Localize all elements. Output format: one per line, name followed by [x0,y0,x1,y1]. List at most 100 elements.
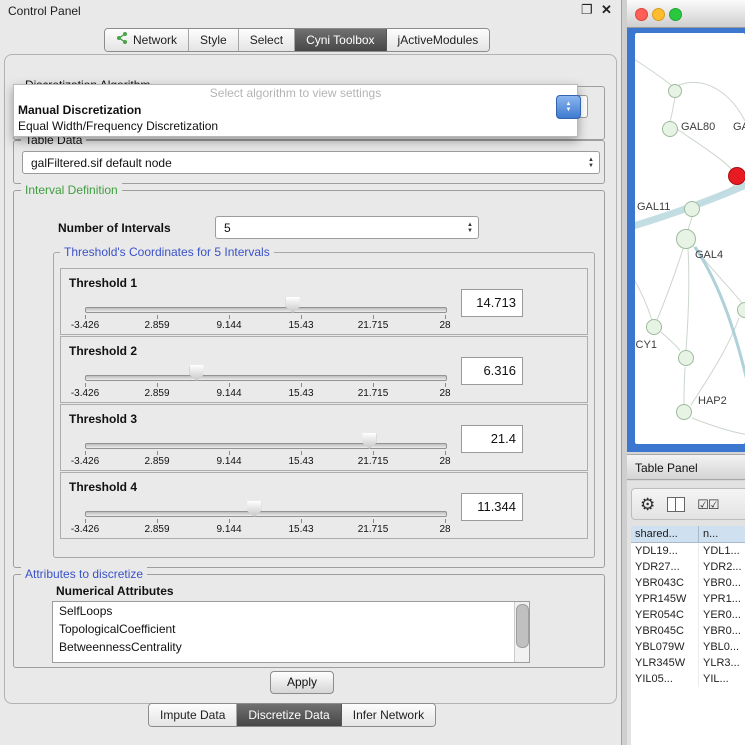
table-row[interactable]: YDR27...YDR2... [631,559,745,575]
threshold-value[interactable]: 11.344 [461,493,523,521]
columns-icon[interactable] [667,497,685,512]
slider-tick [445,451,446,455]
slider-tick [157,383,158,387]
network-node[interactable] [676,404,692,420]
cell-shared-name: YBL079W [631,639,699,655]
list-item[interactable]: SelfLoops [53,602,529,620]
gear-icon[interactable]: ⚙ [640,496,655,513]
slider-track[interactable] [85,307,447,313]
slider-track[interactable] [85,375,447,381]
cell-name: YPR1... [699,591,745,607]
tab-infer-network[interactable]: Infer Network [342,704,435,726]
threshold-value[interactable]: 6.316 [461,357,523,385]
scrollbar-thumb[interactable] [516,604,529,648]
dock-icon[interactable]: ❐ [581,3,593,17]
slider-tick [301,451,302,455]
close-icon[interactable]: ✕ [601,3,612,17]
slider-tick [85,451,86,455]
network-node[interactable] [678,350,694,366]
column-header-shared-name[interactable]: shared... [631,526,699,543]
scale-label: -3.426 [61,320,109,331]
table-panel-body: ⚙ ☑☑ shared... n... YDL19...YDL1...YDR27… [627,481,745,745]
num-intervals-combo[interactable]: 5 ▲ ▼ [215,216,479,239]
slider-tick [373,519,374,523]
tab-cyni-toolbox[interactable]: Cyni Toolbox [295,29,386,51]
table-row[interactable]: YLR345WYLR3... [631,655,745,671]
tab-label: Network [133,29,177,51]
tab-style[interactable]: Style [189,29,239,51]
network-node[interactable] [728,167,745,185]
scale-label: 28 [421,320,469,331]
list-item[interactable]: BetweennessCentrality [53,638,529,656]
interval-definition-label: Interval Definition [21,183,122,197]
mac-minimize-button[interactable] [652,8,665,21]
slider-tick [157,315,158,319]
scale-label: 2.859 [133,524,181,535]
algorithm-popup: Select algorithm to view settings Manual… [13,84,578,137]
tab-jactivemodules[interactable]: jActiveModules [387,29,490,51]
list-scrollbar[interactable] [514,602,529,662]
tab-discretize-data[interactable]: Discretize Data [237,704,341,726]
table-rows: YDL19...YDL1...YDR27...YDR2...YBR043CYBR… [631,543,745,687]
cell-name: YIL... [699,671,745,687]
table-row[interactable]: YPR145WYPR1... [631,591,745,607]
popup-item[interactable]: Manual Discretization [14,102,577,118]
slider-track[interactable] [85,511,447,517]
slider-tick [373,315,374,319]
tab-label: jActiveModules [398,29,479,51]
scale-label: 2.859 [133,388,181,399]
spinner-icon: ▲ ▼ [467,222,473,234]
network-graph-canvas[interactable]: GAL80GA...GAL11GAL4GCY1HAP2 [635,33,745,444]
cell-shared-name: YDR27... [631,559,699,575]
threshold-value[interactable]: 14.713 [461,289,523,317]
attributes-group-label: Attributes to discretize [21,567,147,581]
slider-track[interactable] [85,443,447,449]
node-label: GA... [733,121,745,133]
table-row[interactable]: YDL19...YDL1... [631,543,745,559]
tab-impute-data[interactable]: Impute Data [149,704,237,726]
num-intervals-value: 5 [224,221,231,235]
apply-button[interactable]: Apply [270,671,334,694]
threshold-row: Threshold 2-3.4262.8599.14415.4321.71528… [60,336,588,403]
combo-dropdown-button[interactable]: ▲ ▼ [556,95,581,119]
threshold-value[interactable]: 21.4 [461,425,523,453]
network-node[interactable] [662,121,678,137]
scale-label: 15.43 [277,524,325,535]
table-row[interactable]: YBL079WYBL0... [631,639,745,655]
network-window-titlebar [627,0,745,28]
network-node[interactable] [668,84,682,98]
slider-tick [301,519,302,523]
slider-tick [373,383,374,387]
scale-label: 2.859 [133,320,181,331]
top-tab-bar: Network StyleSelectCyni Toolbox jActiveMod… [104,28,490,52]
tab-select[interactable]: Select [239,29,295,51]
cell-shared-name: YLR345W [631,655,699,671]
table-row[interactable]: YER054CYER0... [631,607,745,623]
select-columns-icon[interactable]: ☑☑ [697,498,718,511]
slider-tick [445,315,446,319]
mac-zoom-button[interactable] [669,8,682,21]
column-header-name[interactable]: n... [699,526,745,543]
scale-label: -3.426 [61,456,109,467]
table-row[interactable]: YBR045CYBR0... [631,623,745,639]
table-row[interactable]: YBR043CYBR0... [631,575,745,591]
slider-tick [85,315,86,319]
table-data-combo[interactable]: galFiltered.sif default node ▲ ▼ [22,151,600,174]
network-node[interactable] [684,201,700,217]
network-node[interactable] [646,319,662,335]
network-node[interactable] [676,229,696,249]
scale-label: 28 [421,456,469,467]
mac-close-button[interactable] [635,8,648,21]
tab-label: Discretize Data [248,704,329,726]
popup-item[interactable]: Equal Width/Frequency Discretization [14,118,577,134]
scale-label: 2.859 [133,456,181,467]
tab-label: Impute Data [160,704,225,726]
list-item[interactable]: TopologicalCoefficient [53,620,529,638]
threshold-label: Threshold 4 [69,480,137,494]
table-row[interactable]: YIL05...YIL... [631,671,745,687]
slider-tick [445,383,446,387]
tab-network[interactable]: Network [105,29,189,51]
network-view-window[interactable]: GAL80GA...GAL11GAL4GCY1HAP2 [627,0,745,452]
scale-label: -3.426 [61,388,109,399]
threshold-row: Threshold 1-3.4262.8599.14415.4321.71528… [60,268,588,335]
